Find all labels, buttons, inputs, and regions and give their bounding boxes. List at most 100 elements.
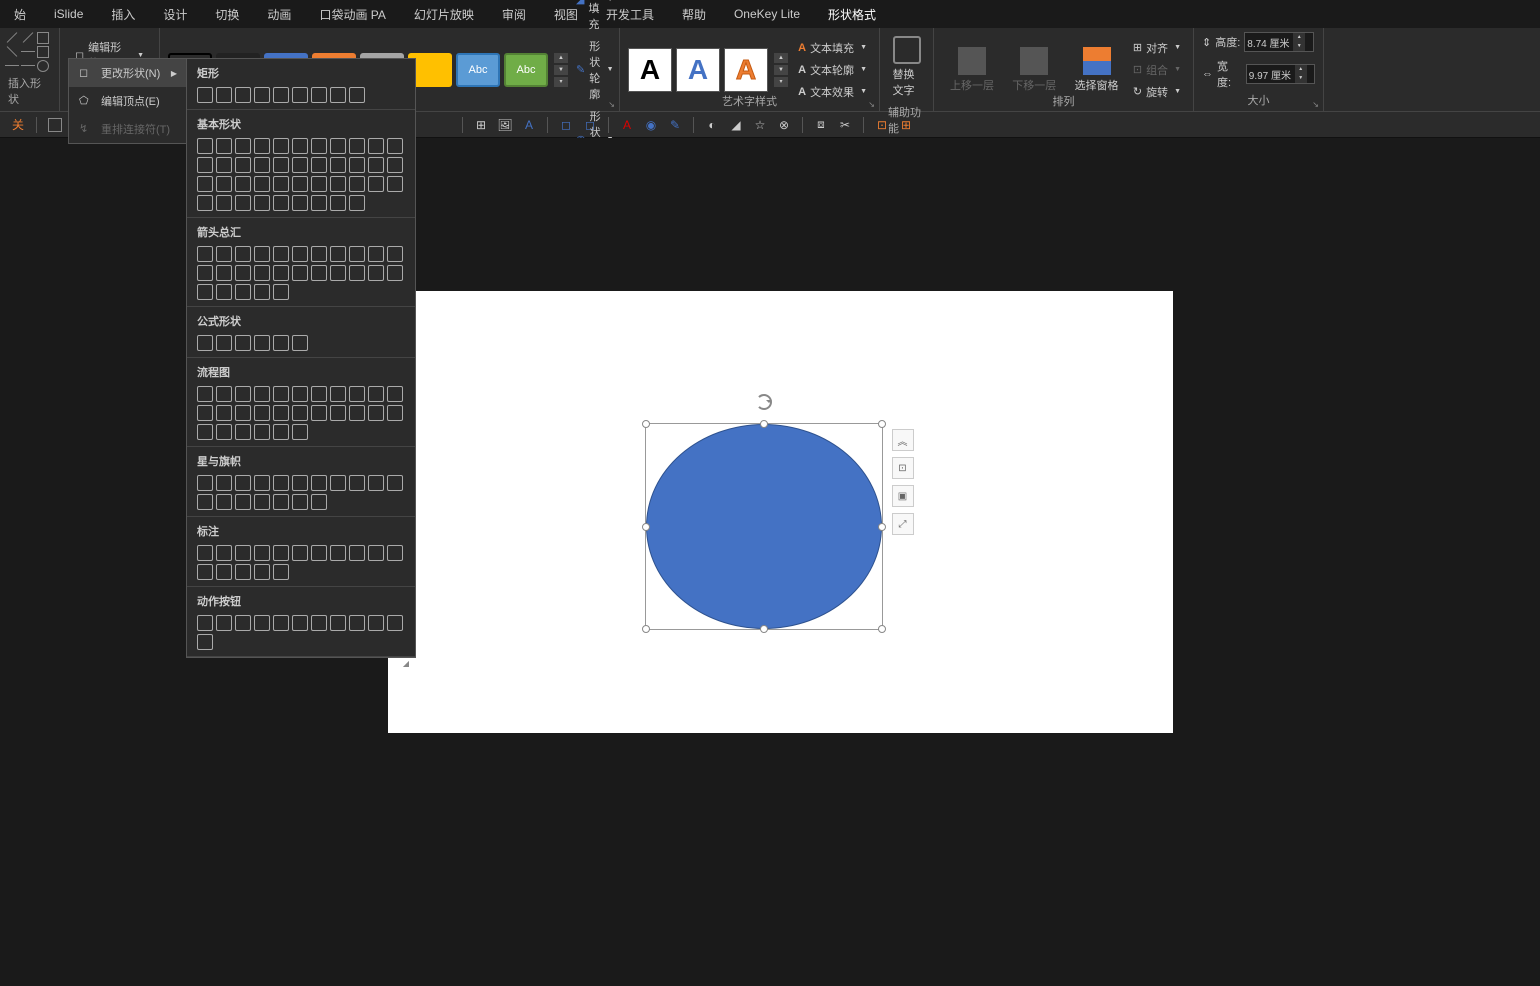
wa-down[interactable]: ▼: [774, 65, 788, 75]
shape-option[interactable]: [273, 405, 289, 421]
shape-option[interactable]: [216, 335, 232, 351]
shape-option[interactable]: [235, 335, 251, 351]
tab-insert[interactable]: 插入: [97, 0, 149, 29]
shape-option[interactable]: [216, 564, 232, 580]
shape-option[interactable]: [254, 138, 270, 154]
float-expand[interactable]: ⤢: [892, 513, 914, 535]
shape-option[interactable]: [254, 386, 270, 402]
wordart-2[interactable]: A: [676, 48, 720, 92]
shape-option[interactable]: [273, 386, 289, 402]
shape-option[interactable]: [235, 494, 251, 510]
tb-m[interactable]: ⧈: [811, 115, 831, 135]
shape-option[interactable]: [368, 176, 384, 192]
shape-option[interactable]: [197, 284, 213, 300]
shape-option[interactable]: [311, 246, 327, 262]
shape-option[interactable]: [368, 475, 384, 491]
shape-option[interactable]: [311, 405, 327, 421]
shape-option[interactable]: [330, 246, 346, 262]
shape-option[interactable]: [216, 87, 232, 103]
wordart-gallery[interactable]: A A A ▲ ▼ ▾: [628, 48, 788, 92]
shape-option[interactable]: [349, 265, 365, 281]
tab-help[interactable]: 帮助: [668, 0, 720, 29]
tab-animation[interactable]: 动画: [253, 0, 305, 29]
shape-option[interactable]: [235, 386, 251, 402]
tab-transition[interactable]: 切换: [201, 0, 253, 29]
shape-option[interactable]: [311, 157, 327, 173]
float-layout[interactable]: ⊡: [892, 457, 914, 479]
shape-option[interactable]: [197, 564, 213, 580]
shape-option[interactable]: [216, 246, 232, 262]
tb-a[interactable]: ⊞: [471, 115, 491, 135]
shape-option[interactable]: [273, 564, 289, 580]
shape-option[interactable]: [387, 475, 403, 491]
shape-option[interactable]: [197, 475, 213, 491]
shape-option[interactable]: [387, 615, 403, 631]
width-input[interactable]: ▲▼: [1246, 64, 1315, 84]
handle-br[interactable]: [878, 625, 886, 633]
selection-pane-button[interactable]: 选择窗格: [1067, 43, 1127, 97]
height-input[interactable]: ▲▼: [1244, 32, 1314, 52]
shape-option[interactable]: [387, 138, 403, 154]
shape-option[interactable]: [216, 157, 232, 173]
shape-option[interactable]: [349, 157, 365, 173]
shape-option[interactable]: [197, 424, 213, 440]
shape-option[interactable]: [387, 386, 403, 402]
tab-review[interactable]: 审阅: [488, 0, 540, 29]
shape-option[interactable]: [387, 246, 403, 262]
shape-option[interactable]: [197, 335, 213, 351]
shape-option[interactable]: [387, 157, 403, 173]
shape-option[interactable]: [254, 265, 270, 281]
shape-option[interactable]: [197, 246, 213, 262]
shape-option[interactable]: [330, 176, 346, 192]
shape-option[interactable]: [254, 564, 270, 580]
shape-option[interactable]: [273, 138, 289, 154]
shape-option[interactable]: [216, 284, 232, 300]
tb-l[interactable]: ⊗: [774, 115, 794, 135]
shape-option[interactable]: [235, 545, 251, 561]
shape-option[interactable]: [368, 157, 384, 173]
text-effects[interactable]: A 文本效果 ▼: [794, 82, 871, 102]
tb-g[interactable]: ◉: [641, 115, 661, 135]
shape-option[interactable]: [387, 405, 403, 421]
preset-lightblue[interactable]: Abc: [456, 53, 500, 87]
shape-option[interactable]: [254, 405, 270, 421]
tb-b[interactable]: 🖼: [495, 115, 515, 135]
shape-option[interactable]: [387, 176, 403, 192]
slide[interactable]: ︽ ⊡ ▣ ⤢: [388, 291, 1173, 733]
gallery-resize[interactable]: ◢: [187, 657, 415, 670]
shape-fill[interactable]: ◢ 形状填充 ▼: [572, 0, 618, 34]
shape-option[interactable]: [216, 176, 232, 192]
rotate-handle[interactable]: [756, 394, 772, 410]
tb-n[interactable]: ✂: [835, 115, 855, 135]
shape-option[interactable]: [216, 195, 232, 211]
shape-option[interactable]: [311, 615, 327, 631]
shape-option[interactable]: [292, 615, 308, 631]
group-button[interactable]: ⊡ 组合 ▼: [1129, 60, 1185, 80]
shape-option[interactable]: [197, 405, 213, 421]
shape-option[interactable]: [235, 157, 251, 173]
shape-option[interactable]: [292, 157, 308, 173]
shape-option[interactable]: [197, 386, 213, 402]
handle-bl[interactable]: [642, 625, 650, 633]
shape-option[interactable]: [292, 195, 308, 211]
edit-points-item[interactable]: ⬠ 编辑顶点(E): [69, 87, 187, 115]
shape-option[interactable]: [235, 265, 251, 281]
shape-option[interactable]: [292, 87, 308, 103]
shape-option[interactable]: [216, 405, 232, 421]
wordart-1[interactable]: A: [628, 48, 672, 92]
shape-option[interactable]: [292, 265, 308, 281]
shape-option[interactable]: [292, 386, 308, 402]
shape-option[interactable]: [273, 475, 289, 491]
tab-shapeformat[interactable]: 形状格式: [814, 0, 890, 29]
shape-option[interactable]: [235, 405, 251, 421]
handle-bm[interactable]: [760, 625, 768, 633]
shape-option[interactable]: [254, 494, 270, 510]
shape-option[interactable]: [387, 265, 403, 281]
shape-option[interactable]: [349, 87, 365, 103]
shape-option[interactable]: [349, 176, 365, 192]
handle-tr[interactable]: [878, 420, 886, 428]
shape-option[interactable]: [235, 195, 251, 211]
shape-option[interactable]: [254, 424, 270, 440]
shape-option[interactable]: [197, 634, 213, 650]
shape-option[interactable]: [273, 246, 289, 262]
